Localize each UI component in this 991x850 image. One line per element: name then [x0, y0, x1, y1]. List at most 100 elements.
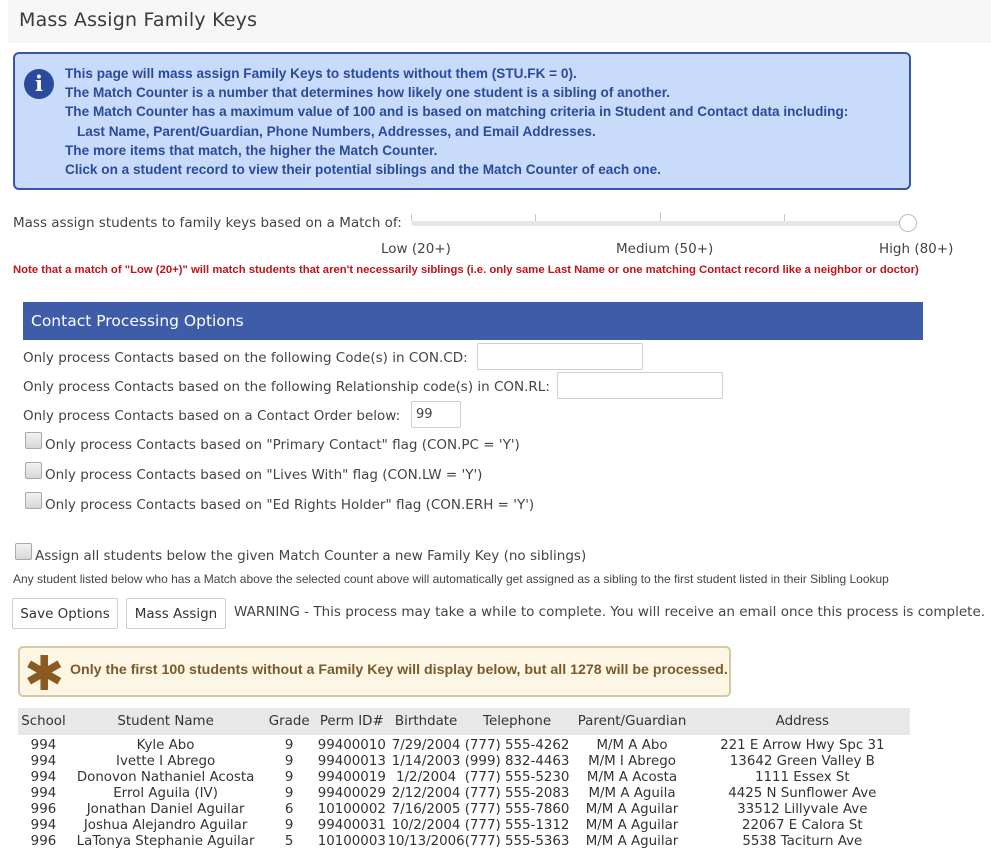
- column-header[interactable]: Perm ID#: [316, 708, 387, 735]
- column-header[interactable]: Birthdate: [388, 708, 465, 735]
- ed-rights-label: Only process Contacts based on "Ed Right…: [45, 497, 535, 513]
- lives-with-checkbox[interactable]: [25, 462, 42, 479]
- grade-cell: 9: [284, 754, 294, 769]
- table-row[interactable]: 994 Kyle Abo 9 99400010 7/29/2004 (777) …: [18, 738, 910, 754]
- student-name-cell: LaTonya Stephanie Aguilar: [76, 834, 255, 849]
- info-line: Last Name, Parent/Guardian, Phone Number…: [77, 123, 596, 139]
- parent-guardian-cell: M/M A Aguila: [588, 786, 676, 801]
- table-row[interactable]: 994 Errol Aguila (IV) 9 99400029 2/12/20…: [18, 786, 910, 802]
- address-cell: 4425 N Sunflower Ave: [728, 786, 877, 801]
- assign-no-siblings-checkbox[interactable]: [15, 543, 32, 560]
- birthdate-cell: 1/2/2004: [396, 770, 457, 785]
- grade-cell: 6: [284, 802, 294, 817]
- column-header[interactable]: Grade: [262, 708, 316, 735]
- telephone-cell: (777) 555-4262: [464, 738, 570, 753]
- slider-mark-high: High (80+): [879, 241, 954, 257]
- column-header[interactable]: Address: [695, 708, 910, 735]
- notice-box: ✱ Only the first 100 students without a …: [18, 646, 731, 702]
- perm-id-cell: 99400031: [317, 818, 386, 833]
- table-row[interactable]: 994 Joshua Alejandro Aguilar 9 99400031 …: [18, 818, 910, 834]
- student-name-cell: Joshua Alejandro Aguilar: [83, 818, 248, 833]
- school-cell: 996: [30, 802, 57, 817]
- notice-text: Only the first 100 students without a Fa…: [70, 662, 728, 678]
- ed-rights-checkbox[interactable]: [25, 492, 42, 509]
- address-cell: 13642 Green Valley B: [729, 754, 875, 769]
- student-name-cell: Donovon Nathaniel Acosta: [76, 770, 255, 785]
- school-cell: 994: [30, 770, 57, 785]
- assign-no-siblings-label: Assign all students below the given Matc…: [35, 548, 587, 564]
- code-filter-input[interactable]: [477, 343, 643, 370]
- perm-id-cell: 99400010: [317, 738, 386, 753]
- table-row[interactable]: 994 Donovon Nathaniel Acosta 9 99400019 …: [18, 770, 910, 786]
- table-row[interactable]: 996 LaTonya Stephanie Aguilar 5 10100003…: [18, 834, 910, 850]
- match-slider-handle[interactable]: [899, 214, 917, 232]
- telephone-cell: (777) 555-7860: [464, 802, 570, 817]
- primary-contact-checkbox[interactable]: [25, 432, 42, 449]
- contact-order-input[interactable]: [411, 401, 461, 428]
- asterisk-icon: ✱: [24, 646, 65, 702]
- match-slider-track[interactable]: [411, 221, 909, 226]
- column-header[interactable]: Telephone: [465, 708, 570, 735]
- school-cell: 996: [30, 834, 57, 849]
- address-cell: 221 E Arrow Hwy Spc 31: [720, 738, 885, 753]
- parent-guardian-cell: M/M A Abo: [596, 738, 668, 753]
- birthdate-cell: 10/2/2004: [391, 818, 461, 833]
- contact-order-label: Only process Contacts based on a Contact…: [23, 408, 401, 424]
- parent-guardian-cell: M/M I Abrego: [588, 754, 676, 769]
- grade-cell: 9: [284, 770, 294, 785]
- lives-with-label: Only process Contacts based on "Lives Wi…: [45, 467, 483, 483]
- birthdate-cell: 10/13/2006: [387, 834, 465, 849]
- slider-tick: [784, 214, 785, 221]
- table-row[interactable]: 994 Ivette I Abrego 9 99400013 1/14/2003…: [18, 754, 910, 770]
- perm-id-cell: 99400019: [317, 770, 386, 785]
- perm-id-cell: 10100003: [317, 834, 386, 849]
- birthdate-cell: 2/12/2004: [391, 786, 461, 801]
- match-slider-label: Mass assign students to family keys base…: [13, 215, 402, 231]
- school-cell: 994: [30, 818, 57, 833]
- address-cell: 1111 Essex St: [754, 770, 850, 785]
- school-cell: 994: [30, 738, 57, 753]
- info-line: This page will mass assign Family Keys t…: [65, 66, 577, 81]
- slider-tick: [411, 214, 412, 221]
- birthdate-cell: 7/16/2005: [391, 802, 461, 817]
- column-header[interactable]: School: [18, 708, 69, 735]
- column-header[interactable]: Parent/Guardian: [569, 708, 694, 735]
- info-box: i This page will mass assign Family Keys…: [13, 52, 911, 190]
- slider-tick: [660, 212, 661, 221]
- relationship-filter-input[interactable]: [557, 372, 723, 399]
- grade-cell: 9: [284, 818, 294, 833]
- mass-assign-button[interactable]: Mass Assign: [126, 598, 226, 629]
- code-filter-label: Only process Contacts based on the follo…: [23, 350, 468, 366]
- slider-tick: [535, 214, 536, 221]
- perm-id-cell: 99400029: [317, 786, 386, 801]
- birthdate-cell: 1/14/2003: [391, 754, 461, 769]
- relationship-filter-label: Only process Contacts based on the follo…: [23, 379, 550, 395]
- page-title: Mass Assign Family Keys: [19, 9, 258, 31]
- process-warning: WARNING - This process may take a while …: [234, 604, 986, 620]
- parent-guardian-cell: M/M A Aguilar: [585, 834, 679, 849]
- telephone-cell: (777) 555-1312: [464, 818, 570, 833]
- telephone-cell: (777) 555-5363: [464, 834, 570, 849]
- low-match-warning: Note that a match of "Low (20+)" will ma…: [13, 264, 919, 276]
- perm-id-cell: 10100002: [317, 802, 386, 817]
- table-row[interactable]: 996 Jonathan Daniel Aguilar 6 10100002 7…: [18, 802, 910, 818]
- column-header[interactable]: Student Name: [69, 708, 262, 735]
- info-line: The more items that match, the higher th…: [65, 142, 438, 158]
- perm-id-cell: 99400013: [317, 754, 386, 769]
- school-cell: 994: [30, 754, 57, 769]
- grade-cell: 5: [284, 834, 294, 849]
- info-line: The Match Counter has a maximum value of…: [65, 104, 849, 120]
- telephone-cell: (777) 555-5230: [464, 770, 570, 785]
- save-options-button[interactable]: Save Options: [12, 598, 118, 629]
- student-table: School Student Name Grade Perm ID# Birth…: [18, 708, 910, 850]
- slider-mark-medium: Medium (50+): [616, 241, 714, 257]
- address-cell: 33512 Lillyvale Ave: [737, 802, 868, 817]
- table-header-row: School Student Name Grade Perm ID# Birth…: [18, 708, 910, 735]
- slider-mark-low: Low (20+): [381, 241, 451, 257]
- telephone-cell: (777) 555-2083: [464, 786, 570, 801]
- address-cell: 5538 Taciturn Ave: [742, 834, 863, 849]
- page-header: Mass Assign Family Keys: [8, 0, 991, 43]
- school-cell: 994: [30, 786, 57, 801]
- info-icon: i: [24, 69, 54, 99]
- student-name-cell: Jonathan Daniel Aguilar: [86, 802, 245, 817]
